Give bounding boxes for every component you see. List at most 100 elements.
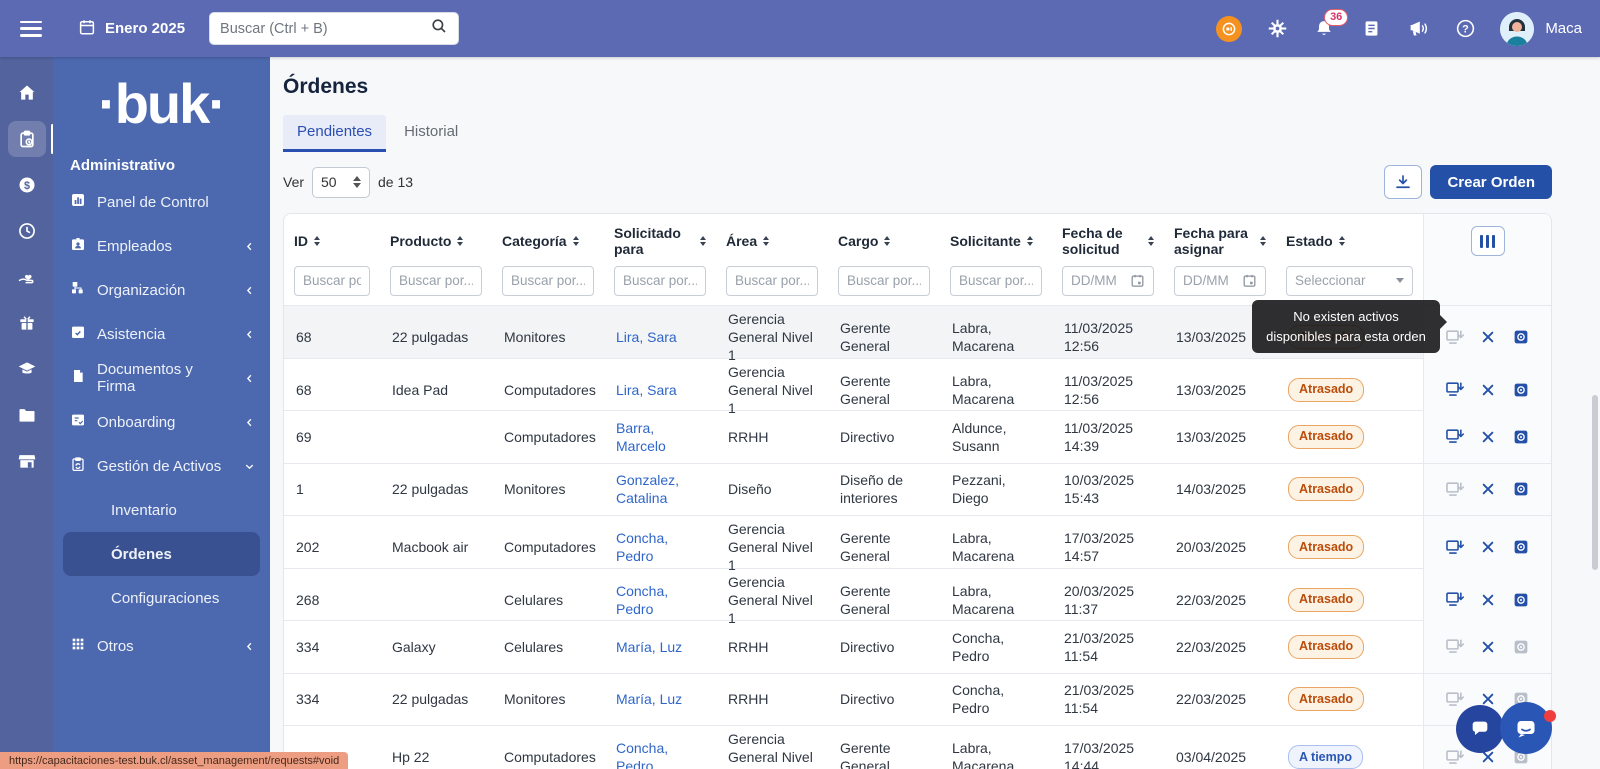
sort-icon[interactable] [1148, 236, 1154, 246]
filter-date-asignar[interactable]: DD/MM [1174, 266, 1266, 296]
cancel-order-button[interactable] [1480, 639, 1496, 655]
column-header-cargo[interactable]: Cargo [828, 214, 940, 262]
user-name[interactable]: Maca [1545, 20, 1582, 37]
hamburger-menu-icon[interactable] [20, 21, 42, 37]
chat-bubble-button[interactable] [1456, 705, 1504, 753]
rail-documents-folder-icon[interactable] [8, 397, 46, 433]
per-page-select[interactable]: 50 [312, 167, 370, 198]
order-detail-button[interactable] [1512, 591, 1530, 609]
page-scrollbar[interactable] [1592, 395, 1598, 570]
create-order-button[interactable]: Crear Orden [1430, 165, 1552, 199]
assign-asset-button[interactable] [1445, 690, 1464, 709]
column-header-area[interactable]: Área [716, 214, 828, 262]
rail-time-icon[interactable] [8, 213, 46, 249]
tab-historial[interactable]: Historial [390, 115, 472, 152]
employee-link[interactable]: Lira, Sara [616, 328, 677, 346]
rail-marketplace-icon[interactable] [8, 443, 46, 479]
sort-icon[interactable] [457, 236, 463, 246]
order-detail-button[interactable] [1512, 538, 1530, 556]
news-icon[interactable] [1359, 17, 1383, 41]
filter-input-cargo[interactable] [838, 266, 930, 296]
sidebar-subitem-configuraciones[interactable]: Configuraciones [63, 576, 260, 620]
assign-asset-button[interactable] [1445, 590, 1464, 609]
order-detail-button[interactable] [1512, 428, 1530, 446]
employee-link[interactable]: María, Luz [616, 690, 682, 708]
help-icon[interactable]: ? [1453, 17, 1477, 41]
sort-icon[interactable] [1260, 236, 1266, 246]
column-header-estado[interactable]: Estado [1276, 214, 1423, 262]
filter-input-area[interactable] [726, 266, 818, 296]
rail-gift-icon[interactable] [8, 305, 46, 341]
employee-link[interactable]: Concha, Pedro [616, 529, 704, 565]
tab-pendientes[interactable]: Pendientes [283, 115, 386, 152]
sidebar-item-organizacion[interactable]: Organización [53, 268, 270, 312]
assistant-icon[interactable] [1216, 16, 1242, 42]
column-header-id[interactable]: ID [284, 214, 380, 262]
employee-link[interactable]: Concha, Pedro [616, 582, 704, 618]
announcements-megaphone-icon[interactable] [1406, 17, 1430, 41]
sidebar-item-asistencia[interactable]: Asistencia [53, 312, 270, 356]
period-selector[interactable]: Enero 2025 [78, 18, 185, 40]
assign-asset-button[interactable] [1445, 538, 1464, 557]
assign-asset-button[interactable] [1445, 748, 1464, 767]
rail-remuneration-icon[interactable]: $ [8, 167, 46, 203]
rail-training-icon[interactable] [8, 351, 46, 387]
cancel-order-button[interactable] [1480, 539, 1496, 555]
filter-input-producto[interactable] [390, 266, 482, 296]
employee-link[interactable]: Barra, Marcelo [616, 419, 704, 455]
search-input[interactable] [220, 21, 430, 37]
user-avatar[interactable] [1500, 12, 1534, 46]
help-widget-button[interactable] [1500, 702, 1552, 754]
employee-link[interactable]: Gonzalez, Catalina [616, 471, 704, 507]
column-header-fecha-de-solicitud[interactable]: Fecha de solicitud [1052, 214, 1164, 262]
sidebar-item-empleados[interactable]: Empleados [53, 224, 270, 268]
column-header-fecha-para-asignar[interactable]: Fecha para asignar [1164, 214, 1276, 262]
sort-icon[interactable] [1339, 236, 1345, 246]
employee-link[interactable]: María, Luz [616, 638, 682, 656]
order-detail-button[interactable] [1512, 381, 1530, 399]
cancel-order-button[interactable] [1480, 592, 1496, 608]
filter-date-solicitud[interactable]: DD/MM [1062, 266, 1154, 296]
cancel-order-button[interactable] [1480, 329, 1496, 345]
filter-input-solicitante[interactable] [950, 266, 1042, 296]
assign-asset-button[interactable] [1445, 637, 1464, 656]
sort-icon[interactable] [700, 236, 706, 246]
search-icon[interactable] [430, 17, 448, 40]
sidebar-subitem-inventario[interactable]: Inventario [63, 488, 260, 532]
assign-asset-button[interactable] [1445, 480, 1464, 499]
cancel-order-button[interactable] [1480, 481, 1496, 497]
sort-icon[interactable] [314, 236, 320, 246]
column-settings-button[interactable] [1471, 226, 1505, 256]
column-header-categoria[interactable]: Categoría [492, 214, 604, 262]
sidebar-subitem-ordenes[interactable]: Órdenes [63, 532, 260, 576]
employee-link[interactable]: Concha, Pedro [616, 739, 704, 769]
order-detail-button[interactable] [1512, 480, 1530, 498]
sidebar-item-onboarding[interactable]: Onboarding [53, 400, 270, 444]
rail-benefits-icon[interactable] [8, 259, 46, 295]
rail-asset-management-icon[interactable] [8, 121, 46, 157]
assign-asset-button[interactable] [1445, 328, 1464, 347]
column-header-producto[interactable]: Producto [380, 214, 492, 262]
sidebar-item-gestion-de-activos[interactable]: Gestión de Activos [53, 444, 270, 488]
sidebar-item-otros[interactable]: Otros [53, 624, 270, 668]
assign-asset-button[interactable] [1445, 380, 1464, 399]
assign-asset-button[interactable] [1445, 427, 1464, 446]
column-header-solicitante[interactable]: Solicitante [940, 214, 1052, 262]
filter-input-solicitado-para[interactable] [614, 266, 706, 296]
cancel-order-button[interactable] [1480, 382, 1496, 398]
sort-icon[interactable] [573, 236, 579, 246]
notifications-bell-icon[interactable]: 36 [1312, 17, 1336, 41]
employee-link[interactable]: Lira, Sara [616, 381, 677, 399]
sidebar-item-panel-de-control[interactable]: Panel de Control [53, 180, 270, 224]
sort-icon[interactable] [1027, 236, 1033, 246]
rail-home-icon[interactable] [8, 75, 46, 111]
filter-input-categoria[interactable] [502, 266, 594, 296]
sort-icon[interactable] [884, 236, 890, 246]
cancel-order-button[interactable] [1480, 429, 1496, 445]
order-detail-button[interactable] [1512, 638, 1530, 656]
filter-input-id[interactable] [294, 266, 370, 296]
filter-estado-select[interactable]: Seleccionar [1286, 266, 1413, 296]
download-button[interactable] [1384, 165, 1422, 199]
settings-gear-icon[interactable] [1265, 17, 1289, 41]
order-detail-button[interactable] [1512, 328, 1530, 346]
